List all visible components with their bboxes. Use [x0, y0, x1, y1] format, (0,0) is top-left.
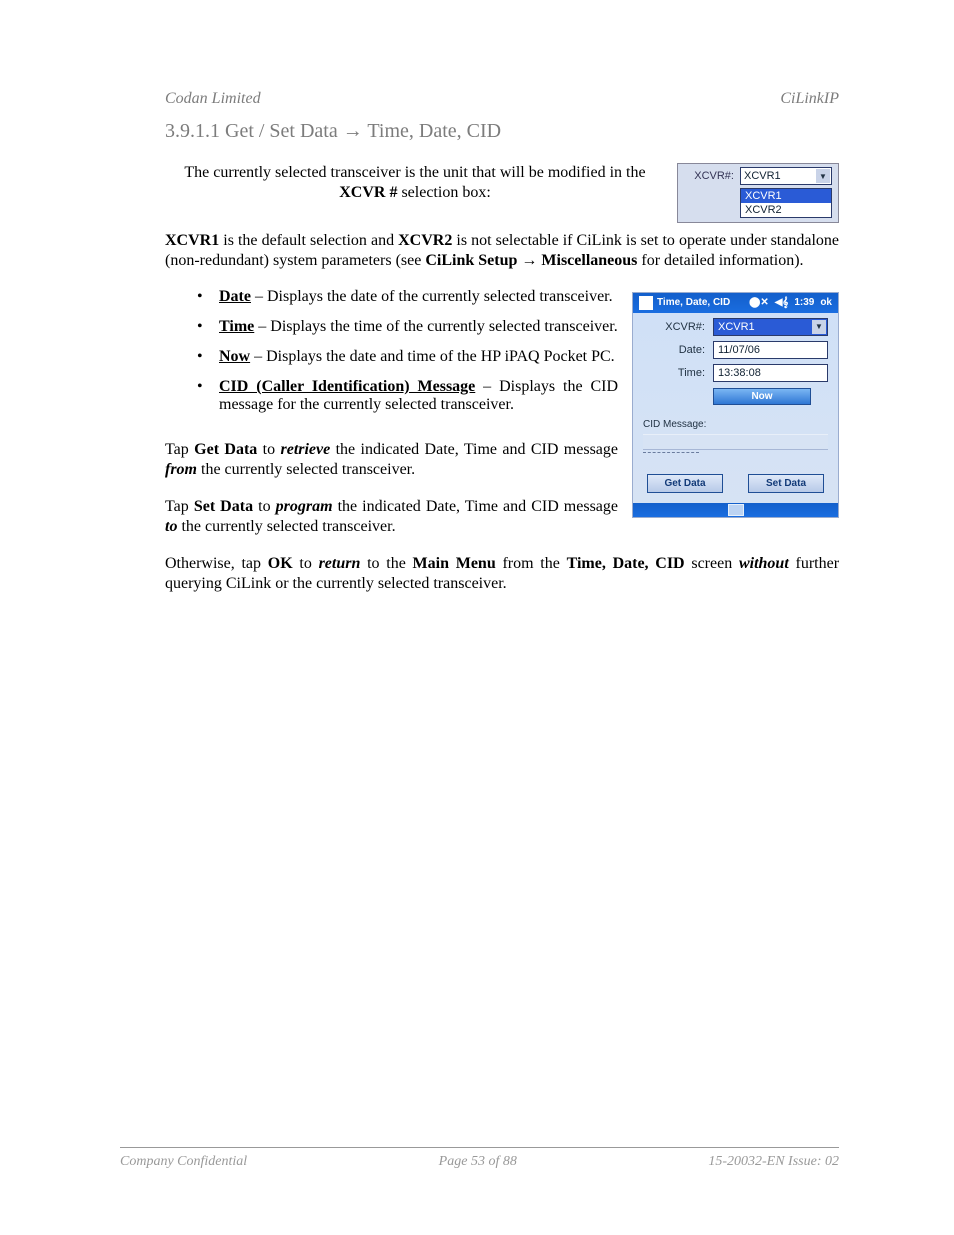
default-selection-paragraph: XCVR1 is the default selection and XCVR2…	[165, 231, 839, 272]
intro-bold: XCVR #	[339, 184, 397, 201]
arrow-icon: →	[521, 252, 537, 269]
to-term: to	[165, 518, 177, 535]
bullet-desc: – Displays the date of the currently sel…	[251, 288, 613, 305]
footer-confidential: Company Confidential	[120, 1154, 247, 1170]
pda-bottombar	[633, 503, 838, 517]
chevron-down-icon[interactable]: ▼	[816, 169, 830, 183]
page-header: Codan Limited CiLinkIP	[165, 90, 839, 108]
p2-xcvr2: XCVR2	[398, 232, 452, 249]
t: Tap	[165, 498, 194, 515]
from-term: from	[165, 461, 197, 478]
p2-b: is the default selection and	[219, 232, 398, 249]
section-number: 3.9.1.1 Get / Set Data	[165, 120, 343, 142]
t: the indicated Date, Time and CID message	[333, 498, 618, 515]
t: the indicated Date, Time and CID message	[330, 441, 618, 458]
bullet-desc: – Displays the date and time of the HP i…	[250, 348, 615, 365]
xcvr-dropdown[interactable]: XCVR1 ▼	[740, 167, 832, 185]
product-name: CiLinkIP	[780, 90, 839, 108]
list-item: Now – Displays the date and time of the …	[165, 348, 839, 378]
list-item: Time – Displays the time of the currentl…	[165, 318, 839, 348]
bullet-term-date: Date	[219, 288, 251, 305]
pda-cid-input[interactable]	[643, 434, 828, 450]
t: Tap	[165, 441, 194, 458]
list-item: Date – Displays the date of the currentl…	[165, 288, 839, 318]
ok-term: OK	[268, 555, 293, 572]
p2-g: for detailed information).	[637, 252, 803, 269]
bullet-desc: – Displays the time of the currently sel…	[254, 318, 617, 335]
t: to	[293, 555, 319, 572]
p2-misc: Miscellaneous	[537, 252, 637, 269]
arrow-icon: →	[343, 120, 363, 142]
retrieve-term: retrieve	[280, 441, 330, 458]
t: the currently selected transceiver.	[177, 518, 395, 535]
bullet-term-time: Time	[219, 318, 254, 335]
mainmenu-term: Main Menu	[413, 555, 496, 572]
company-name: Codan Limited	[165, 90, 261, 108]
intro-text-c: selection box:	[401, 184, 490, 201]
section-name: Time, Date, CID	[363, 120, 501, 142]
footer-doc: 15-20032-EN Issue: 02	[708, 1154, 839, 1170]
field-descriptions-list: Date – Displays the date of the currentl…	[165, 288, 839, 426]
keyboard-icon[interactable]	[728, 504, 744, 516]
t: the currently selected transceiver.	[197, 461, 415, 478]
bullet-term-cid: CID (Caller Identification) Message	[219, 378, 475, 395]
bullet-term-now: Now	[219, 348, 250, 365]
t: from the	[496, 555, 567, 572]
list-item: CID (Caller Identification) Message – Di…	[165, 378, 839, 426]
xcvr-selector-illustration: XCVR#: XCVR1 ▼ XCVR1 XCVR2	[677, 163, 839, 223]
ok-paragraph: Otherwise, tap OK to return to the Main …	[165, 554, 839, 595]
return-term: return	[319, 555, 361, 572]
page-footer: Company Confidential Page 53 of 88 15-20…	[120, 1147, 839, 1170]
set-data-term: Set Data	[194, 498, 253, 515]
footer-page: Page 53 of 88	[439, 1154, 517, 1170]
t: Otherwise, tap	[165, 555, 268, 572]
xcvr-option-1[interactable]: XCVR1	[741, 189, 831, 203]
xcvr-option-2[interactable]: XCVR2	[741, 203, 831, 217]
without-term: without	[739, 555, 789, 572]
p2-xcvr1: XCVR1	[165, 232, 219, 249]
t: to	[253, 498, 276, 515]
xcvr-dropdown-value: XCVR1	[744, 170, 781, 182]
intro-text-a: The currently selected transceiver is th…	[184, 164, 645, 181]
get-data-term: Get Data	[194, 441, 257, 458]
pda-set-data-button[interactable]: Set Data	[748, 474, 824, 493]
xcvr-label: XCVR#:	[684, 170, 740, 182]
tdc-term: Time, Date, CID	[567, 555, 685, 572]
t: to	[257, 441, 280, 458]
section-title: 3.9.1.1 Get / Set Data → Time, Date, CID	[165, 120, 839, 143]
t: to the	[360, 555, 412, 572]
program-term: program	[276, 498, 333, 515]
pda-get-data-button[interactable]: Get Data	[647, 474, 723, 493]
p2-cilink: CiLink Setup	[425, 252, 521, 269]
t: screen	[685, 555, 739, 572]
xcvr-dropdown-options: XCVR1 XCVR2	[740, 188, 832, 218]
